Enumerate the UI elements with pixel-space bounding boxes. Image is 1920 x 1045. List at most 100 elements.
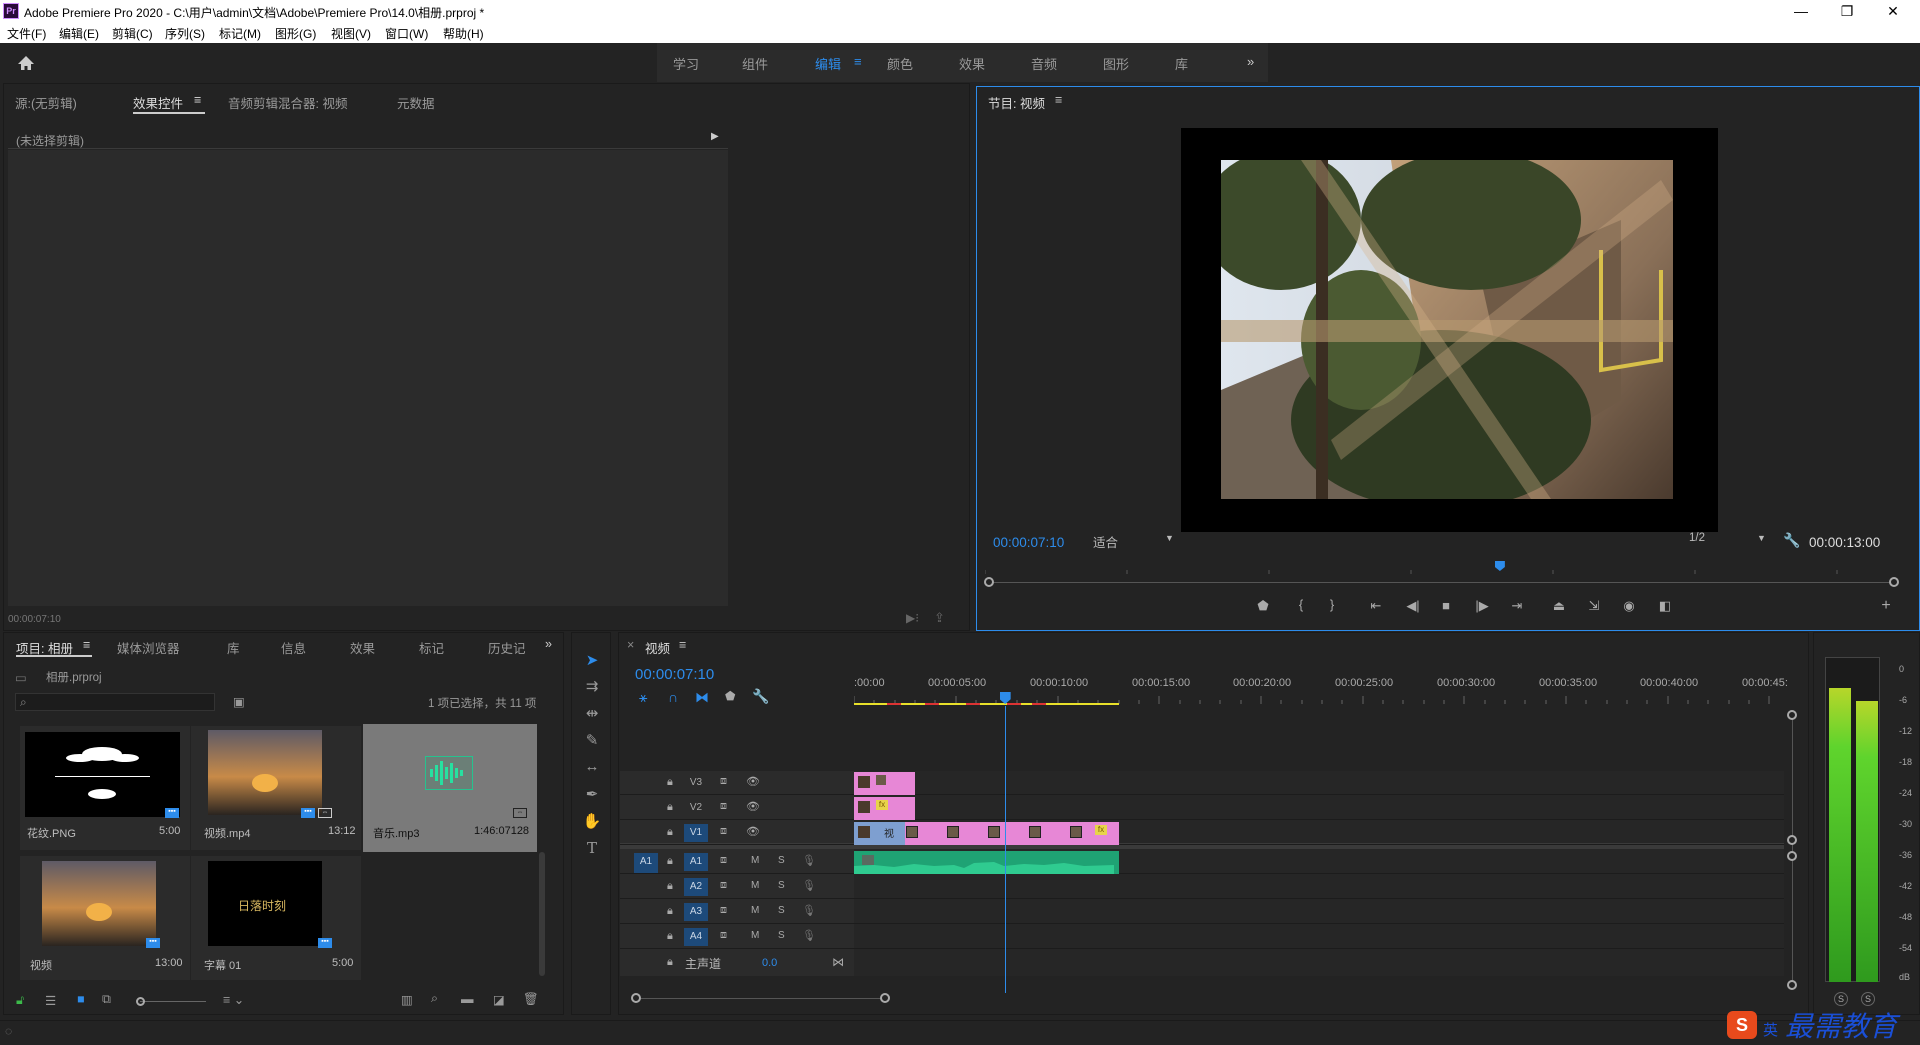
mark-out-icon[interactable]: } (1322, 597, 1342, 612)
lock-icon[interactable]: 🔒︎ (667, 880, 673, 893)
automate-to-sequence-icon[interactable]: ▥ (401, 992, 413, 1007)
lock-icon[interactable]: 🔓︎ (16, 993, 24, 1008)
icon-view-icon[interactable]: ■ (77, 992, 85, 1006)
menu-sequence[interactable]: 序列(S) (165, 25, 205, 42)
workspace-learn[interactable]: 学习 (673, 54, 699, 73)
new-bin-icon[interactable]: ▬ (461, 992, 474, 1006)
menu-clip[interactable]: 剪辑(C) (112, 25, 153, 42)
clip-v3-flower[interactable] (854, 772, 916, 795)
mute-button[interactable]: M (751, 905, 759, 916)
lock-icon[interactable]: 🔒︎ (667, 801, 673, 814)
solo-button[interactable]: S (778, 930, 785, 941)
track-label-a2[interactable]: A2 (684, 878, 708, 896)
menu-graphics[interactable]: 图形(G) (275, 25, 316, 42)
clip-v2-subtitle[interactable]: fx (854, 797, 916, 820)
search-input[interactable]: ⌕ (15, 693, 215, 711)
solo-right-button[interactable]: S (1861, 992, 1875, 1006)
project-item-sequence[interactable]: ▪▪▪ 视频 13:00 (20, 856, 190, 980)
solo-left-button[interactable]: S (1834, 992, 1848, 1006)
sync-lock-icon[interactable]: ⧈ (720, 879, 727, 892)
panel-menu-icon[interactable]: ≡ (194, 93, 201, 107)
expand-arrow-icon[interactable]: ▶ (711, 131, 719, 142)
stop-icon[interactable]: ■ (1436, 598, 1456, 613)
comparison-view-icon[interactable]: ◧ (1655, 598, 1675, 614)
freeform-view-icon[interactable]: ⧉ (102, 992, 111, 1007)
linked-selection-icon[interactable]: ⧓ (695, 689, 709, 706)
track-label-v2[interactable]: V2 (684, 799, 708, 817)
sync-lock-icon[interactable]: ⧈ (720, 854, 727, 867)
tabs-overflow-icon[interactable]: » (545, 637, 552, 651)
solo-button[interactable]: S (778, 880, 785, 891)
button-editor-icon[interactable]: + (1876, 597, 1896, 615)
transition-icon[interactable] (988, 826, 1000, 838)
menu-view[interactable]: 视图(V) (331, 25, 371, 42)
close-button[interactable]: ✕ (1870, 0, 1916, 23)
new-item-icon[interactable]: ◪ (493, 992, 505, 1007)
zoom-handle-left[interactable] (984, 577, 994, 587)
tab-markers[interactable]: 标记 (419, 638, 444, 657)
snap-icon[interactable]: ∩ (668, 689, 678, 705)
v-scroll-handle[interactable] (1787, 835, 1797, 845)
lock-icon[interactable]: 🔒︎ (667, 930, 673, 943)
sync-lock-icon[interactable]: ⧈ (720, 800, 727, 813)
clip-v1-nested[interactable]: 视 (854, 822, 905, 845)
program-zoom-bar[interactable] (988, 582, 1894, 583)
jump-end-icon[interactable]: ⋈ (832, 955, 844, 969)
menu-edit[interactable]: 编辑(E) (59, 25, 99, 42)
tab-metadata[interactable]: 元数据 (397, 93, 435, 112)
tab-media-browser[interactable]: 媒体浏览器 (117, 638, 180, 657)
lock-icon[interactable]: 🔒︎ (667, 956, 673, 969)
mute-button[interactable]: M (751, 880, 759, 891)
timeline-playhead-line[interactable] (1004, 706, 1006, 993)
menu-window[interactable]: 窗口(W) (385, 25, 428, 42)
eye-icon[interactable]: 👁︎ (746, 825, 760, 838)
menu-help[interactable]: 帮助(H) (443, 25, 484, 42)
lock-icon[interactable]: 🔒︎ (667, 905, 673, 918)
mute-button[interactable]: M (751, 930, 759, 941)
lock-icon[interactable]: 🔒︎ (667, 855, 673, 868)
menu-file[interactable]: 文件(F) (7, 25, 46, 42)
sync-lock-icon[interactable]: ⧈ (720, 775, 727, 788)
workspace-audio[interactable]: 音频 (1031, 54, 1057, 73)
solo-button[interactable]: S (778, 905, 785, 916)
h-scroll-handle-right[interactable] (880, 993, 890, 1003)
transition-icon[interactable] (1029, 826, 1041, 838)
sort-icon[interactable]: ≡ ⌄ (223, 992, 244, 1007)
ripple-edit-tool-icon[interactable]: ⇹ (572, 704, 612, 722)
workspace-menu-icon[interactable]: ≡ (854, 54, 862, 69)
add-marker-icon[interactable]: ⬟ (725, 689, 735, 703)
track-label-v3[interactable]: V3 (684, 774, 708, 792)
workspace-libraries[interactable]: 库 (1175, 54, 1188, 73)
zoom-slider[interactable] (140, 1001, 206, 1002)
horizontal-zoom-bar[interactable] (637, 998, 883, 999)
program-current-timecode[interactable]: 00:00:07:10 (993, 535, 1064, 550)
tab-source[interactable]: 源:(无剪辑) (15, 93, 77, 112)
mic-icon[interactable]: 🎙︎ (802, 854, 816, 867)
workspace-effects[interactable]: 效果 (959, 54, 985, 73)
track-label-a1[interactable]: A1 (684, 853, 708, 871)
transition-icon[interactable] (1070, 826, 1082, 838)
timeline-sequence-tab[interactable]: 视频 (645, 638, 670, 657)
go-to-in-icon[interactable]: ⇤ (1366, 598, 1386, 614)
list-view-icon[interactable]: ☰ (45, 993, 56, 1008)
workspace-assembly[interactable]: 组件 (742, 54, 768, 73)
transition-icon[interactable] (947, 826, 959, 838)
project-item-subtitle[interactable]: 日落时刻 ▪▪▪ 字幕 01 5:00 (191, 856, 361, 980)
program-time-ruler[interactable] (984, 560, 1895, 574)
project-item-music-mp3[interactable]: ⇔ 音乐.mp3 1:46:07128 (363, 724, 537, 852)
clip-a1-music[interactable] (854, 851, 1119, 874)
project-item-video-mp4[interactable]: ▪▪▪ ⇔ 视频.mp4 13:12 (191, 726, 361, 850)
project-scrollbar[interactable] (539, 852, 545, 976)
zoom-handle-right[interactable] (1889, 577, 1899, 587)
find-icon[interactable]: ⌕ (431, 991, 438, 1006)
selection-tool-icon[interactable]: ➤ (572, 651, 612, 669)
workspace-color[interactable]: 颜色 (887, 54, 913, 73)
workspace-overflow-icon[interactable]: » (1247, 54, 1254, 69)
h-scroll-handle-left[interactable] (631, 993, 641, 1003)
resolution-select[interactable]: 1/2 ▼ (1689, 532, 1771, 552)
track-label-a3[interactable]: A3 (684, 903, 708, 921)
eye-icon[interactable]: 👁︎ (746, 775, 760, 788)
menu-marker[interactable]: 标记(M) (219, 25, 261, 42)
nest-toggle-icon[interactable]: ⚹ (639, 689, 647, 706)
lock-icon[interactable]: 🔒︎ (667, 776, 673, 789)
